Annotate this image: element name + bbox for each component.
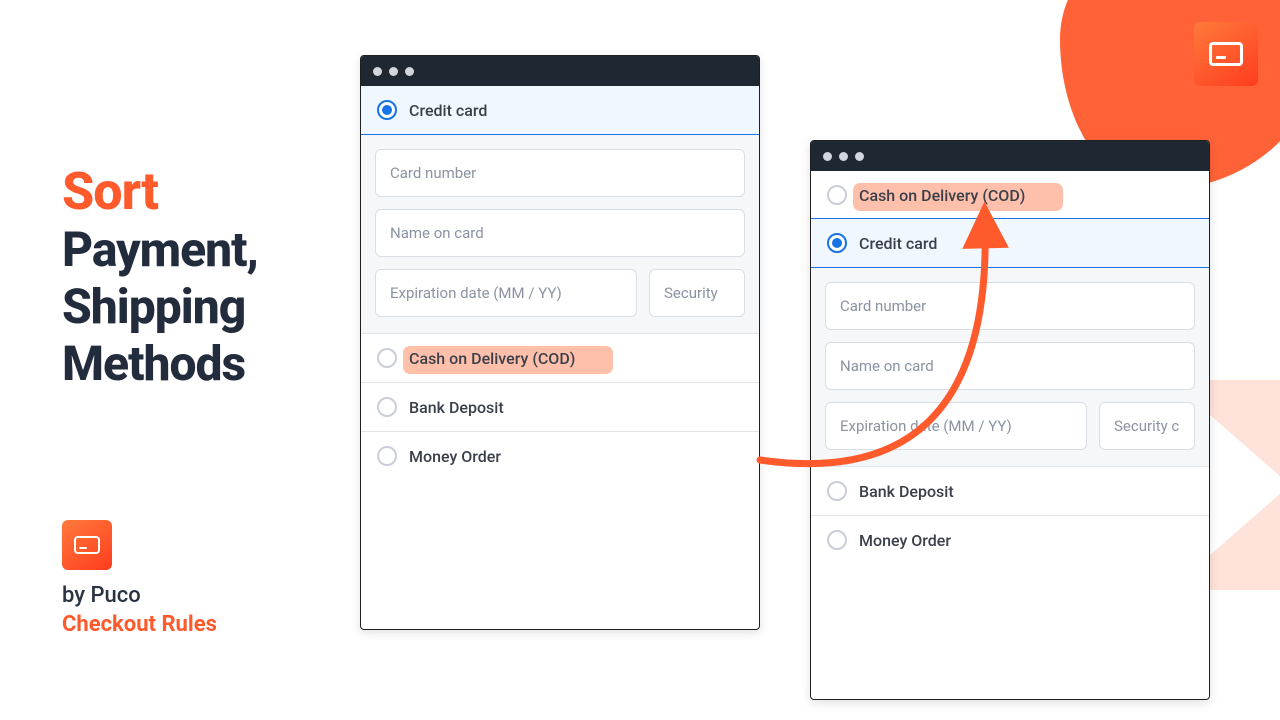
card-number-field[interactable]: Card number (825, 282, 1195, 330)
card-number-field[interactable]: Card number (375, 149, 745, 197)
option-label: Money Order (859, 531, 951, 550)
option-label: Credit card (859, 234, 937, 253)
window-after: Cash on Delivery (COD) Credit card Card … (810, 140, 1210, 700)
field-placeholder: Name on card (390, 224, 484, 242)
payment-option-bank-deposit[interactable]: Bank Deposit (361, 382, 759, 431)
expiration-field[interactable]: Expiration date (MM / YY) (825, 402, 1087, 450)
credit-card-form: Card number Name on card Expiration date… (811, 267, 1209, 466)
option-label: Cash on Delivery (COD) (409, 349, 575, 368)
headline-line: Methods (62, 336, 362, 391)
field-placeholder: Security (664, 284, 718, 302)
payment-option-credit-card[interactable]: Credit card (361, 86, 759, 135)
byline-prefix: by Puco (62, 583, 141, 608)
option-label: Money Order (409, 447, 501, 466)
credit-card-icon (74, 536, 100, 554)
radio-icon (827, 530, 847, 550)
radio-icon (377, 446, 397, 466)
option-label: Cash on Delivery (COD) (859, 186, 1025, 205)
payment-option-bank-deposit[interactable]: Bank Deposit (811, 466, 1209, 515)
field-placeholder: Card number (840, 297, 926, 315)
security-code-field[interactable]: Security (649, 269, 745, 317)
payment-method-list: Cash on Delivery (COD) Credit card Card … (811, 171, 1209, 699)
field-placeholder: Expiration date (MM / YY) (390, 284, 562, 302)
byline-brand: Checkout Rules (62, 612, 217, 637)
traffic-dot-icon (823, 152, 832, 161)
radio-icon (377, 348, 397, 368)
option-label: Credit card (409, 101, 487, 120)
headline-line: Shipping (62, 279, 362, 334)
radio-icon (827, 185, 847, 205)
option-label: Bank Deposit (409, 398, 504, 417)
payment-option-credit-card[interactable]: Credit card (811, 218, 1209, 268)
field-placeholder: Security c (1114, 417, 1179, 435)
radio-icon (827, 233, 847, 253)
window-before: Credit card Card number Name on card Exp… (360, 55, 760, 630)
headline-line: Payment, (62, 222, 362, 277)
payment-option-cod[interactable]: Cash on Delivery (COD) (361, 333, 759, 382)
credit-card-form: Card number Name on card Expiration date… (361, 134, 759, 333)
credit-card-icon (1209, 42, 1243, 66)
payment-method-list: Credit card Card number Name on card Exp… (361, 86, 759, 629)
traffic-dot-icon (839, 152, 848, 161)
window-titlebar (811, 141, 1209, 171)
field-placeholder: Card number (390, 164, 476, 182)
option-label: Bank Deposit (859, 482, 954, 501)
radio-icon (377, 100, 397, 120)
window-titlebar (361, 56, 759, 86)
byline-text: by Puco Checkout Rules (62, 582, 217, 639)
name-on-card-field[interactable]: Name on card (825, 342, 1195, 390)
promo-stage: Sort Payment, Shipping Methods by Puco C… (0, 0, 1280, 720)
radio-icon (827, 481, 847, 501)
traffic-dot-icon (855, 152, 864, 161)
headline-accent: Sort (62, 165, 362, 220)
radio-icon (377, 397, 397, 417)
field-placeholder: Name on card (840, 357, 934, 375)
traffic-dot-icon (373, 67, 382, 76)
expiration-field[interactable]: Expiration date (MM / YY) (375, 269, 637, 317)
payment-option-cod[interactable]: Cash on Delivery (COD) (811, 171, 1209, 219)
payment-option-money-order[interactable]: Money Order (811, 515, 1209, 564)
traffic-dot-icon (405, 67, 414, 76)
byline: by Puco Checkout Rules (62, 520, 217, 639)
app-logo-badge-small (62, 520, 112, 570)
headline: Sort Payment, Shipping Methods (62, 165, 362, 391)
security-code-field[interactable]: Security c (1099, 402, 1195, 450)
traffic-dot-icon (389, 67, 398, 76)
field-placeholder: Expiration date (MM / YY) (840, 417, 1012, 435)
name-on-card-field[interactable]: Name on card (375, 209, 745, 257)
payment-option-money-order[interactable]: Money Order (361, 431, 759, 480)
app-logo-badge (1194, 22, 1258, 86)
